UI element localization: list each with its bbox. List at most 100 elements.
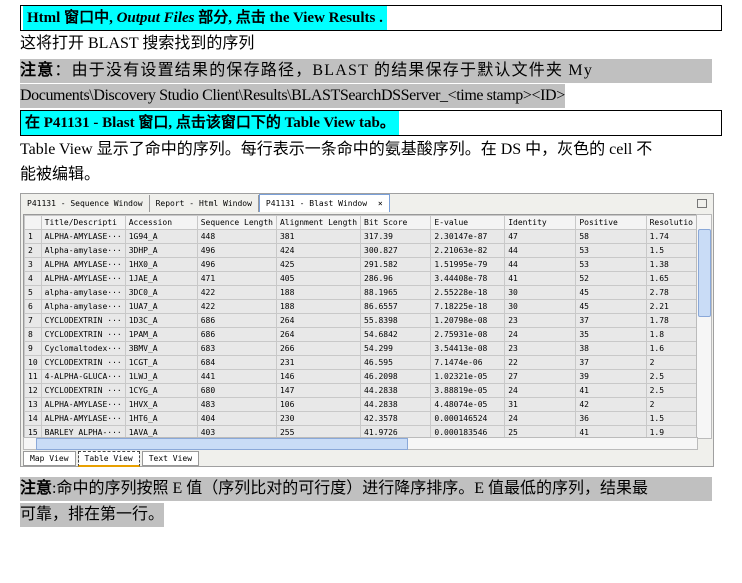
row-number[interactable]: 12 (24, 383, 42, 398)
table-cell[interactable]: 23 (504, 313, 577, 328)
table-cell[interactable]: 2.55228e-18 (430, 285, 506, 300)
table-cell[interactable]: 52 (575, 271, 647, 286)
table-cell[interactable]: 1CGT_A (124, 355, 198, 370)
table-cell[interactable]: 31 (504, 397, 577, 412)
table-cell[interactable]: 35 (575, 327, 647, 342)
table-cell[interactable]: 3.54413e-08 (430, 341, 506, 356)
table-row[interactable]: 9 Cyclomaltodex··· 3BMV_A 683 266 54.299 3.544… (24, 341, 697, 356)
horizontal-scrollbar[interactable] (23, 437, 698, 450)
row-number[interactable]: 6 (24, 299, 42, 314)
table-cell[interactable]: 23 (504, 341, 577, 356)
table-cell[interactable]: 22 (504, 355, 577, 370)
table-cell[interactable]: 0.000146524 (430, 411, 506, 426)
row-number[interactable]: 3 (24, 257, 42, 272)
tab-blast-window[interactable]: P41131 - Blast Window × (258, 194, 390, 212)
row-number[interactable]: 13 (24, 397, 42, 412)
table-row[interactable]: 11 4-ALPHA-GLUCA··· 1LWJ_A 441 146 46.2098 1.0… (24, 369, 697, 384)
table-cell[interactable]: 264 (275, 313, 362, 328)
table-cell[interactable]: 2.30147e-87 (430, 229, 506, 244)
table-cell[interactable]: 300.827 (360, 243, 432, 258)
table-cell[interactable]: 36 (575, 411, 647, 426)
table-cell[interactable]: 3.44408e-78 (430, 271, 506, 286)
table-cell[interactable]: ALPHA AMYLASE··· (40, 257, 126, 272)
column-header[interactable]: Positive (575, 215, 647, 230)
table-cell[interactable]: 24 (504, 411, 577, 426)
table-cell[interactable]: 7.18225e-18 (430, 299, 506, 314)
table-cell[interactable]: 2.21 (645, 299, 697, 314)
table-cell[interactable]: 422 (196, 285, 277, 300)
table-cell[interactable]: 3BMV_A (124, 341, 198, 356)
table-cell[interactable]: 286.96 (360, 271, 432, 286)
table-cell[interactable]: 381 (275, 229, 362, 244)
table-cell[interactable]: 1.38 (645, 257, 697, 272)
table-cell[interactable]: 53 (575, 243, 647, 258)
table-cell[interactable]: 88.1965 (360, 285, 432, 300)
table-cell[interactable]: 1.5 (645, 411, 697, 426)
table-cell[interactable]: 422 (196, 299, 277, 314)
table-cell[interactable]: 1.20798e-08 (430, 313, 506, 328)
row-number[interactable]: 5 (24, 285, 42, 300)
table-cell[interactable]: Cyclomaltodex··· (40, 341, 126, 356)
row-number[interactable]: 10 (24, 355, 42, 370)
table-cell[interactable]: 230 (275, 411, 362, 426)
table-row[interactable]: 14 ALPHA-AMYLASE··· 1HT6_A 404 230 42.3578 0.0… (24, 411, 697, 426)
table-cell[interactable]: 44 (504, 243, 577, 258)
table-cell[interactable]: 41 (504, 271, 577, 286)
scroll-thumb[interactable] (698, 229, 711, 317)
table-cell[interactable]: CYCLODEXTRIN ··· (40, 313, 126, 328)
table-cell[interactable]: 1HT6_A (124, 411, 198, 426)
column-header[interactable]: Title/Descripti (40, 215, 126, 230)
table-cell[interactable]: Alpha-amylase··· (40, 243, 126, 258)
row-number[interactable]: 4 (24, 271, 42, 286)
table-row[interactable]: 8 CYCLODEXTRIN ··· 1PAM_A 686 264 54.6842 2.75… (24, 327, 697, 342)
column-header[interactable]: Resolutio (645, 215, 697, 230)
table-cell[interactable]: 1.51995e-79 (430, 257, 506, 272)
table-cell[interactable]: 1.74 (645, 229, 697, 244)
tab-table-view[interactable]: Table View (77, 451, 140, 467)
table-cell[interactable]: 42 (575, 397, 647, 412)
table-row[interactable]: 2 Alpha-amylase··· 3DHP_A 496 424 300.827 2.21… (24, 243, 697, 258)
table-cell[interactable]: 3.88819e-05 (430, 383, 506, 398)
table-cell[interactable]: ALPHA-AMYLASE··· (40, 229, 126, 244)
table-cell[interactable]: 24 (504, 327, 577, 342)
table-cell[interactable]: 686 (196, 313, 277, 328)
close-icon[interactable]: × (378, 199, 383, 208)
table-cell[interactable]: 7.1474e-06 (430, 355, 506, 370)
table-cell[interactable]: 44 (504, 257, 577, 272)
table-cell[interactable]: 483 (196, 397, 277, 412)
table-cell[interactable]: CYCLODEXTRIN ··· (40, 383, 126, 398)
table-cell[interactable]: CYCLODEXTRIN ··· (40, 355, 126, 370)
table-cell[interactable]: 188 (275, 285, 362, 300)
table-cell[interactable]: 1PAM_A (124, 327, 198, 342)
column-header[interactable]: Alignment Length (275, 215, 362, 230)
tab-map-view[interactable]: Map View (23, 451, 76, 466)
table-cell[interactable]: 1HX0_A (124, 257, 198, 272)
table-cell[interactable]: ALPHA-AMYLASE··· (40, 411, 126, 426)
table-row[interactable]: 10 CYCLODEXTRIN ··· 1CGT_A 684 231 46.595 7.14… (24, 355, 697, 370)
table-cell[interactable]: Alpha-amylase··· (40, 299, 126, 314)
table-row[interactable]: 3 ALPHA AMYLASE··· 1HX0_A 496 425 291.582 1.51… (24, 257, 697, 272)
table-cell[interactable]: 1D3C_A (124, 313, 198, 328)
table-cell[interactable]: 30 (504, 285, 577, 300)
table-row[interactable]: 1 ALPHA-AMYLASE··· 1G94_A 448 381 317.39 2.301… (24, 229, 697, 244)
table-cell[interactable]: 1.65 (645, 271, 697, 286)
table-cell[interactable]: 37 (575, 355, 647, 370)
table-cell[interactable]: 1.02321e-05 (430, 369, 506, 384)
table-cell[interactable]: 44.2838 (360, 383, 432, 398)
table-cell[interactable]: 1G94_A (124, 229, 198, 244)
table-cell[interactable]: 683 (196, 341, 277, 356)
table-cell[interactable]: 496 (196, 243, 277, 258)
table-cell[interactable]: 2.75931e-08 (430, 327, 506, 342)
row-number[interactable]: 11 (24, 369, 42, 384)
h-scroll-thumb[interactable] (36, 438, 408, 450)
table-cell[interactable]: 47 (504, 229, 577, 244)
table-cell[interactable]: 45 (575, 285, 647, 300)
table-cell[interactable]: 317.39 (360, 229, 432, 244)
table-cell[interactable]: 53 (575, 257, 647, 272)
table-cell[interactable]: 1LWJ_A (124, 369, 198, 384)
table-cell[interactable]: 2.5 (645, 369, 697, 384)
table-cell[interactable]: 2.5 (645, 383, 697, 398)
table-cell[interactable]: 3DC0_A (124, 285, 198, 300)
column-header[interactable]: Identity (504, 215, 577, 230)
row-number[interactable]: 2 (24, 243, 42, 258)
